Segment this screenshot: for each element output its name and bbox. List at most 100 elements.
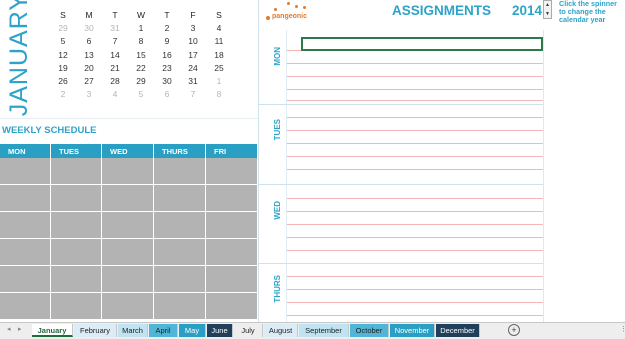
calendar-day[interactable]: 10	[180, 36, 206, 46]
sheet-tab-august[interactable]: August	[264, 324, 298, 337]
assignment-line[interactable]	[287, 76, 543, 77]
calendar-day[interactable]: 31	[102, 23, 128, 33]
calendar-day[interactable]: 8	[128, 36, 154, 46]
sheet-tab-july[interactable]: July	[234, 324, 263, 337]
sheet-tab-november[interactable]: November	[390, 324, 435, 337]
assignment-line[interactable]	[287, 156, 543, 157]
schedule-day-column[interactable]	[51, 158, 102, 320]
calendar-day[interactable]: 29	[50, 23, 76, 33]
calendar-day[interactable]: 3	[180, 23, 206, 33]
calendar-day[interactable]: 3	[76, 89, 102, 99]
calendar-day[interactable]: 22	[128, 63, 154, 73]
sheet-tab-june[interactable]: June	[207, 324, 233, 337]
schedule-day-column[interactable]	[206, 158, 258, 320]
weekly-schedule-body[interactable]	[0, 158, 258, 320]
assignment-line[interactable]	[287, 117, 543, 118]
assignment-line[interactable]	[287, 169, 543, 170]
logo-dot	[295, 5, 298, 8]
calendar-day[interactable]: 16	[154, 50, 180, 60]
assignment-line[interactable]	[287, 198, 543, 199]
calendar-day[interactable]: 29	[128, 76, 154, 86]
schedule-day-column[interactable]	[102, 158, 154, 320]
prev-sheet-icon[interactable]: ◂	[7, 325, 11, 333]
calendar-day[interactable]: 7	[180, 89, 206, 99]
selected-cell[interactable]	[301, 37, 543, 51]
schedule-day-column[interactable]	[154, 158, 206, 320]
calendar-day[interactable]: 26	[50, 76, 76, 86]
assignment-day-label: THURS	[267, 263, 287, 315]
assignment-line[interactable]	[287, 276, 543, 277]
sheet-tab-may[interactable]: May	[179, 324, 206, 337]
assignment-line[interactable]	[287, 143, 543, 144]
calendar-day[interactable]: 4	[102, 89, 128, 99]
calendar-day[interactable]: 6	[154, 89, 180, 99]
calendar-day[interactable]: 24	[180, 63, 206, 73]
calendar-day[interactable]: 21	[102, 63, 128, 73]
schedule-day-header: WED	[102, 144, 154, 158]
calendar-day[interactable]: 2	[154, 23, 180, 33]
calendar-day[interactable]: 15	[128, 50, 154, 60]
calendar-day[interactable]: 1	[206, 76, 232, 86]
spinner-down-icon[interactable]: ▼	[544, 10, 551, 19]
calendar-day[interactable]: 31	[180, 76, 206, 86]
calendar-day[interactable]: 7	[102, 36, 128, 46]
sheet-tab-bar: ◂ ▸ + ⋮ January February March April May June…	[0, 322, 625, 339]
calendar-day[interactable]: 1	[128, 23, 154, 33]
assignment-day-text: MON	[272, 46, 282, 66]
assignment-line[interactable]	[287, 130, 543, 131]
month-label: JANUARY	[4, 0, 33, 117]
weekday-label: T	[164, 9, 170, 20]
mini-calendar: S M T W T F S 29 30 31 1 2 3 4 5 6 7 8 9 10 11 12 13 14 15 16 17 18…	[50, 8, 232, 101]
calendar-day[interactable]: 19	[50, 63, 76, 73]
assignment-line[interactable]	[287, 289, 543, 290]
calendar-day[interactable]: 4	[206, 23, 232, 33]
sheet-tab-april[interactable]: April	[149, 324, 178, 337]
calendar-day[interactable]: 27	[76, 76, 102, 86]
calendar-day[interactable]: 13	[76, 50, 102, 60]
sheet-tab-december[interactable]: December	[436, 324, 480, 337]
logo-dot	[303, 6, 306, 9]
calendar-day[interactable]: 20	[76, 63, 102, 73]
weekday-label: S	[216, 9, 222, 20]
spinner-up-icon[interactable]: ▲	[544, 1, 551, 10]
sheet-tab-september[interactable]: September	[299, 324, 349, 337]
calendar-day[interactable]: 30	[154, 76, 180, 86]
calendar-day[interactable]: 25	[206, 63, 232, 73]
year-cell[interactable]: 2014	[512, 3, 542, 18]
year-spinner[interactable]: ▲ ▼	[543, 0, 552, 19]
calendar-day[interactable]: 9	[154, 36, 180, 46]
calendar-day[interactable]: 5	[128, 89, 154, 99]
calendar-day[interactable]: 28	[102, 76, 128, 86]
assignment-line[interactable]	[287, 237, 543, 238]
assignment-line[interactable]	[287, 315, 543, 316]
assignment-line[interactable]	[287, 250, 543, 251]
calendar-day[interactable]: 17	[180, 50, 206, 60]
sheet-tab-february[interactable]: February	[74, 324, 117, 337]
assignment-line[interactable]	[287, 224, 543, 225]
assignment-line[interactable]	[287, 89, 543, 90]
weekday-label: S	[60, 9, 66, 20]
sheet-tab-october[interactable]: October	[350, 324, 389, 337]
sheet-tab-march[interactable]: March	[118, 324, 148, 337]
weekly-schedule-title: WEEKLY SCHEDULE	[2, 125, 97, 136]
schedule-day-column[interactable]	[0, 158, 51, 320]
calendar-day[interactable]: 12	[50, 50, 76, 60]
calendar-day[interactable]: 2	[50, 89, 76, 99]
calendar-day[interactable]: 5	[50, 36, 76, 46]
calendar-day[interactable]: 18	[206, 50, 232, 60]
assignment-line[interactable]	[287, 100, 543, 101]
calendar-day[interactable]: 23	[154, 63, 180, 73]
calendar-day[interactable]: 14	[102, 50, 128, 60]
calendar-day[interactable]: 30	[76, 23, 102, 33]
calendar-day[interactable]: 11	[206, 36, 232, 46]
add-sheet-icon[interactable]: +	[508, 324, 520, 336]
more-options-icon[interactable]: ⋮	[620, 325, 625, 333]
sheet-tab-january[interactable]: January	[32, 324, 73, 337]
next-sheet-icon[interactable]: ▸	[18, 325, 22, 333]
assignment-line[interactable]	[287, 302, 543, 303]
calendar-day[interactable]: 6	[76, 36, 102, 46]
logo-text: pangeonic	[272, 13, 308, 20]
calendar-day[interactable]: 8	[206, 89, 232, 99]
assignment-line[interactable]	[287, 63, 543, 64]
assignment-line[interactable]	[287, 211, 543, 212]
